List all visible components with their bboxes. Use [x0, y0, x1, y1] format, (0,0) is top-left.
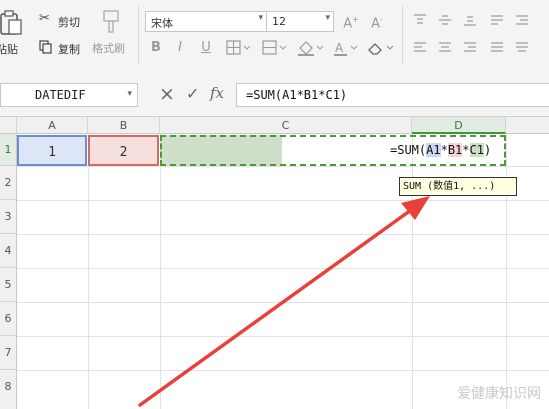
watermark: 爱健康知识网: [457, 386, 541, 402]
annotation-arrow-icon: [138, 196, 430, 407]
